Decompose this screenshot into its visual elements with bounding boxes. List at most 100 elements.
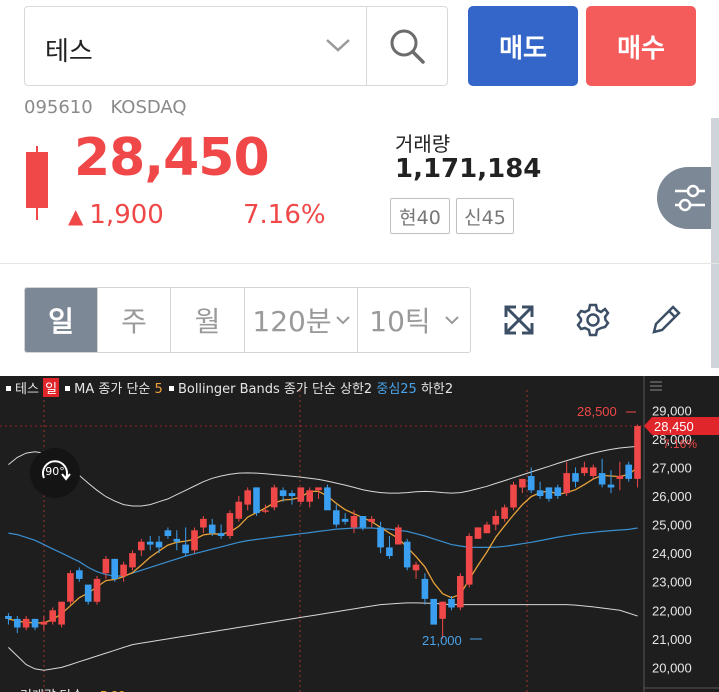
candle-body [501,507,508,519]
candle-body [315,487,322,491]
candle-body [377,527,384,548]
candle-body [359,516,367,528]
candle-body [111,558,118,579]
candle-body [22,618,30,628]
candle-body [492,516,500,525]
y-tick-label: 24,000 [652,546,692,561]
candle-body [138,541,145,551]
candle-body [527,476,535,491]
candle-body [519,478,526,488]
candle-body [545,487,553,499]
candle-body [244,490,251,505]
legend-marker [168,386,174,391]
tab-day[interactable]: 일 [25,288,98,352]
candle-body [253,487,260,514]
last-price-value: 28,450 [654,419,694,434]
search-button[interactable] [366,6,448,86]
high-price-label: 28,500 [577,404,617,419]
candle-body [279,490,287,496]
volume-value: 1,171,184 [395,154,542,184]
candle-body [457,576,464,608]
tab-week[interactable]: 주 [98,288,171,352]
expand-button[interactable] [497,298,541,342]
candle-body [200,518,207,528]
stock-code: 095610 [24,97,93,118]
candle-body [572,473,579,482]
divider [0,263,719,264]
buy-button[interactable]: 매수 [586,6,696,86]
candle-body [430,598,437,625]
price-change: ▲ 1,900 [68,200,164,230]
price-change-value: 1,900 [89,200,164,230]
candle-body [474,527,482,539]
rotate-button[interactable]: 90° [30,448,80,498]
candle-body [58,601,65,625]
tab-ticks[interactable]: 10틱 [358,288,470,352]
candle-body [208,524,216,534]
price-chart[interactable]: 29,000 28,000 27,000 26,000 25,000 24,000 23,0… [0,376,719,692]
candle-body [554,487,562,496]
current-price: 28,450 [74,128,270,188]
chevron-down-icon [444,316,459,325]
candle-body [439,601,446,619]
legend-bb: Bollinger Bands 종가 단순 상한2 [177,382,373,397]
chart-canvas: 29,00028,00027,00026,00025,00024,00023,0… [0,376,719,692]
candle-body [14,618,21,628]
tag-current: 현40 [390,198,450,234]
candle-body [448,598,455,608]
stock-code-line: 095610 KOSDAQ [24,97,187,118]
low-price-label: 21,000 [422,633,462,648]
y-tick-label: 27,000 [652,460,692,475]
candle-body [421,578,429,599]
y-tick-label: 29,000 [652,403,692,418]
candle-body [341,518,349,522]
tab-month[interactable]: 월 [171,288,245,352]
candle-body [262,510,269,512]
candle-body [465,536,473,585]
candle-body [191,530,198,551]
candle-body [31,618,39,628]
side-scroll-edge[interactable] [711,118,719,368]
sell-button[interactable]: 매도 [468,6,578,86]
candle-body [164,530,172,536]
candle-body [483,524,491,534]
tab-minutes[interactable]: 120분 [245,288,358,352]
draw-button[interactable] [644,298,688,342]
filter-settings-button[interactable] [657,167,719,229]
bollinger-lower-line [8,602,638,671]
candle-body [324,487,331,511]
candle-body [607,484,615,488]
candle-body [634,426,641,479]
volume-label: 거래량 [395,132,451,156]
y-tick-label: 21,000 [652,632,692,647]
candle-body [102,558,110,574]
tab-ticks-label: 10틱 [369,305,431,338]
legend-marker [65,386,71,391]
candle-body [93,578,101,602]
candle-body [226,513,234,536]
candle-body [5,616,12,619]
stock-selector[interactable]: 테스 [24,6,367,86]
sliders-icon [675,184,705,212]
period-tabs: 일 주 월 120분 10틱 [24,287,471,353]
tab-minutes-label: 120분 [252,305,332,338]
candle-body [235,501,243,519]
search-icon [390,29,425,64]
candle-body [368,518,375,522]
expand-icon [504,305,534,335]
candle-body [84,584,92,602]
candle-body [40,621,48,625]
candle-body [217,533,225,536]
rotate-label: 90° [45,465,65,478]
candle-body [306,490,313,502]
volume-panel-label: 거래량 단순 [20,688,83,692]
candle-body [67,573,74,602]
settings-button[interactable] [571,298,615,342]
candle-body [403,541,411,568]
volume-panel-periods: 5 20 [100,688,125,692]
chart-legend: 테스 일 MA 종가 단순 5 Bollinger Bands 종가 단순 상한… [4,378,453,397]
candle-body [288,493,296,496]
y-tick-label: 26,000 [652,489,692,504]
mini-candle-icon [26,146,48,220]
y-tick-label: 25,000 [652,518,692,533]
